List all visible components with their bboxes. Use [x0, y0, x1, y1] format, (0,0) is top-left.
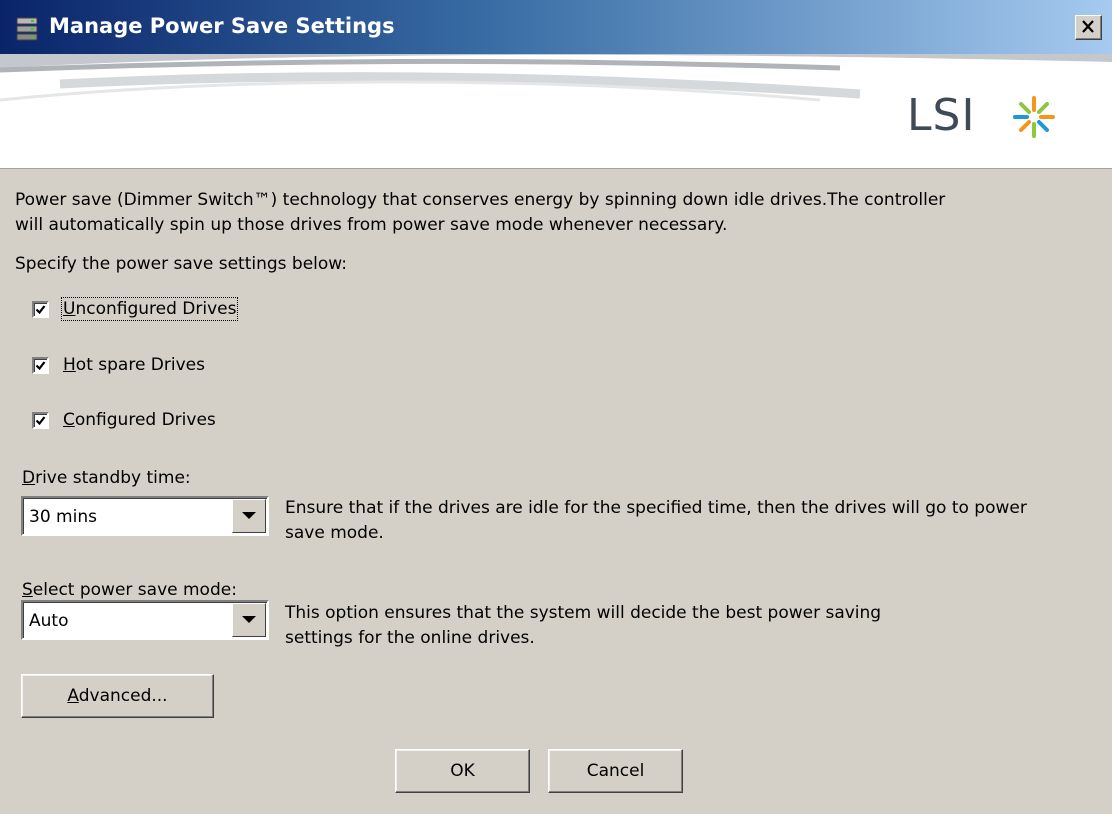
hot-spare-drives-checkbox[interactable] [32, 357, 49, 374]
standby-time-label: Drive standby time: [22, 468, 191, 488]
power-save-mode-value: Auto [29, 611, 69, 631]
power-save-dialog: Manage Power Save Settings LSI Power sav… [0, 0, 1112, 814]
specify-label: Specify the power save settings below: [15, 254, 347, 274]
header-banner: LSI [0, 54, 1112, 169]
checkmark-icon [35, 361, 46, 371]
unconfigured-drives-checkbox[interactable] [32, 301, 49, 318]
standby-help-line-2: save mode. [285, 523, 384, 543]
window-title: Manage Power Save Settings [49, 14, 395, 38]
standby-time-value: 30 mins [29, 507, 97, 527]
close-button[interactable] [1075, 15, 1102, 40]
standby-time-help: Ensure that if the drives are idle for t… [285, 496, 1027, 546]
checkmark-icon [35, 305, 46, 315]
chevron-down-icon [242, 616, 256, 623]
title-bar[interactable]: Manage Power Save Settings [0, 0, 1112, 54]
configured-drives-checkbox[interactable] [32, 412, 49, 429]
checkmark-icon [35, 416, 46, 426]
standby-time-dropdown-button[interactable] [232, 499, 266, 533]
power-save-mode-select[interactable]: Auto [21, 600, 269, 640]
power-save-mode-help: This option ensures that the system will… [285, 601, 881, 651]
drive-stack-icon [16, 17, 38, 41]
mode-help-line-2: settings for the online drives. [285, 628, 535, 648]
description-line-1: Power save (Dimmer Switch™) technology t… [15, 190, 946, 210]
standby-help-line-1: Ensure that if the drives are idle for t… [285, 498, 1027, 518]
standby-time-select[interactable]: 30 mins [21, 496, 269, 536]
chevron-down-icon [242, 512, 256, 519]
ok-button[interactable]: OK [395, 749, 530, 793]
hot-spare-drives-label[interactable]: Hot spare Drives [63, 355, 205, 375]
description-line-2: will automatically spin up those drives … [15, 215, 728, 235]
power-save-mode-label: Select power save mode: [22, 580, 237, 600]
power-save-mode-dropdown-button[interactable] [232, 603, 266, 637]
mode-help-line-1: This option ensures that the system will… [285, 603, 882, 623]
unconfigured-drives-label[interactable]: Unconfigured Drives [60, 297, 239, 321]
close-icon [1082, 20, 1094, 33]
configured-drives-label[interactable]: Configured Drives [63, 410, 216, 430]
advanced-button[interactable]: Advanced... [21, 674, 214, 718]
cancel-button[interactable]: Cancel [548, 749, 683, 793]
logo-text: LSI [907, 90, 976, 141]
lsi-starburst-logo [1013, 96, 1055, 138]
description: Power save (Dimmer Switch™) technology t… [15, 188, 945, 238]
